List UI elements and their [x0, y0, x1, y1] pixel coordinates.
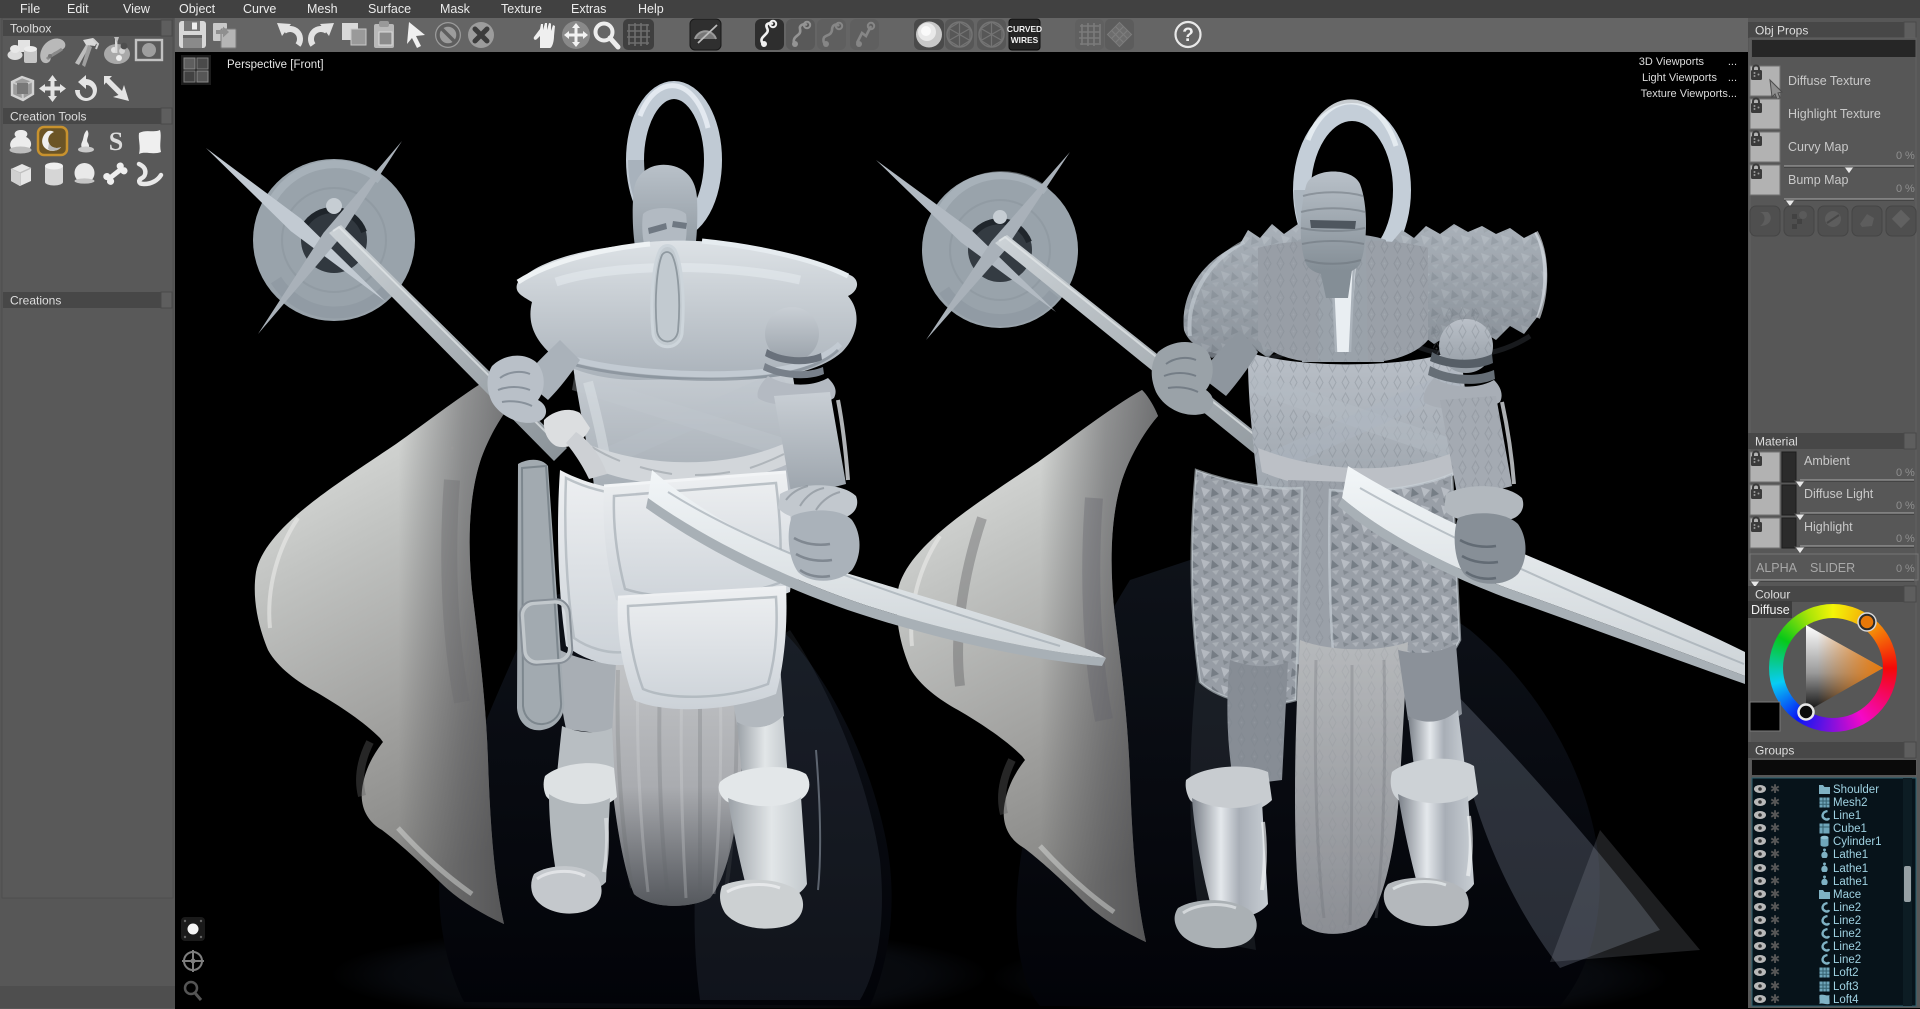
- svg-text:✱: ✱: [1770, 939, 1780, 953]
- svg-text:?: ?: [1182, 25, 1194, 46]
- svg-text:Line2: Line2: [1833, 915, 1861, 927]
- svg-text:...: ...: [1728, 56, 1737, 68]
- svg-text:✱: ✱: [1770, 913, 1780, 927]
- svg-text:S: S: [109, 127, 123, 156]
- svg-text:Line2: Line2: [1833, 902, 1861, 914]
- svg-text:✱: ✱: [1770, 834, 1780, 848]
- svg-text:Perspective [Front]: Perspective [Front]: [227, 59, 324, 71]
- svg-text:✱: ✱: [1770, 979, 1780, 993]
- svg-text:Loft4: Loft4: [1833, 994, 1859, 1006]
- svg-text:✱: ✱: [1770, 992, 1780, 1006]
- svg-text:✱: ✱: [1770, 926, 1780, 940]
- svg-text:Texture Viewports...: Texture Viewports...: [1641, 88, 1737, 100]
- svg-text:✱: ✱: [1770, 900, 1780, 914]
- svg-text:✱: ✱: [1770, 952, 1780, 966]
- svg-text:Lathe1: Lathe1: [1833, 876, 1868, 888]
- svg-text:Light Viewports: Light Viewports: [1642, 72, 1718, 84]
- svg-text:Line1: Line1: [1833, 810, 1861, 822]
- svg-text:✱: ✱: [1770, 874, 1780, 888]
- svg-text:Line2: Line2: [1833, 941, 1861, 953]
- svg-text:Loft2: Loft2: [1833, 967, 1859, 979]
- svg-text:Loft3: Loft3: [1833, 981, 1859, 993]
- svg-text:✱: ✱: [1770, 861, 1780, 875]
- svg-text:CURVED: CURVED: [1007, 24, 1042, 34]
- svg-text:Mesh2: Mesh2: [1833, 797, 1868, 809]
- svg-text:WIRES: WIRES: [1011, 35, 1039, 45]
- svg-text:Lathe1: Lathe1: [1833, 849, 1868, 861]
- svg-text:Cube1: Cube1: [1833, 823, 1867, 835]
- svg-text:...: ...: [1728, 72, 1737, 84]
- svg-text:✱: ✱: [1770, 808, 1780, 822]
- svg-text:✱: ✱: [1770, 782, 1780, 796]
- svg-text:3D Viewports: 3D Viewports: [1639, 56, 1705, 68]
- svg-text:Creation Tools: Creation Tools: [10, 110, 87, 124]
- svg-text:Line2: Line2: [1833, 954, 1861, 966]
- svg-text:Cylinder1: Cylinder1: [1833, 836, 1882, 848]
- svg-text:Shoulder: Shoulder: [1833, 784, 1879, 796]
- svg-text:✱: ✱: [1770, 887, 1780, 901]
- svg-text:✱: ✱: [1770, 821, 1780, 835]
- svg-text:Creations: Creations: [10, 294, 61, 308]
- svg-text:Toolbox: Toolbox: [10, 22, 51, 36]
- svg-text:Lathe1: Lathe1: [1833, 863, 1868, 875]
- svg-text:Mace: Mace: [1833, 889, 1861, 901]
- svg-text:Line2: Line2: [1833, 928, 1861, 940]
- svg-text:✱: ✱: [1770, 965, 1780, 979]
- svg-text:✱: ✱: [1770, 795, 1780, 809]
- svg-text:Groups: Groups: [1755, 744, 1794, 758]
- svg-text:✱: ✱: [1770, 847, 1780, 861]
